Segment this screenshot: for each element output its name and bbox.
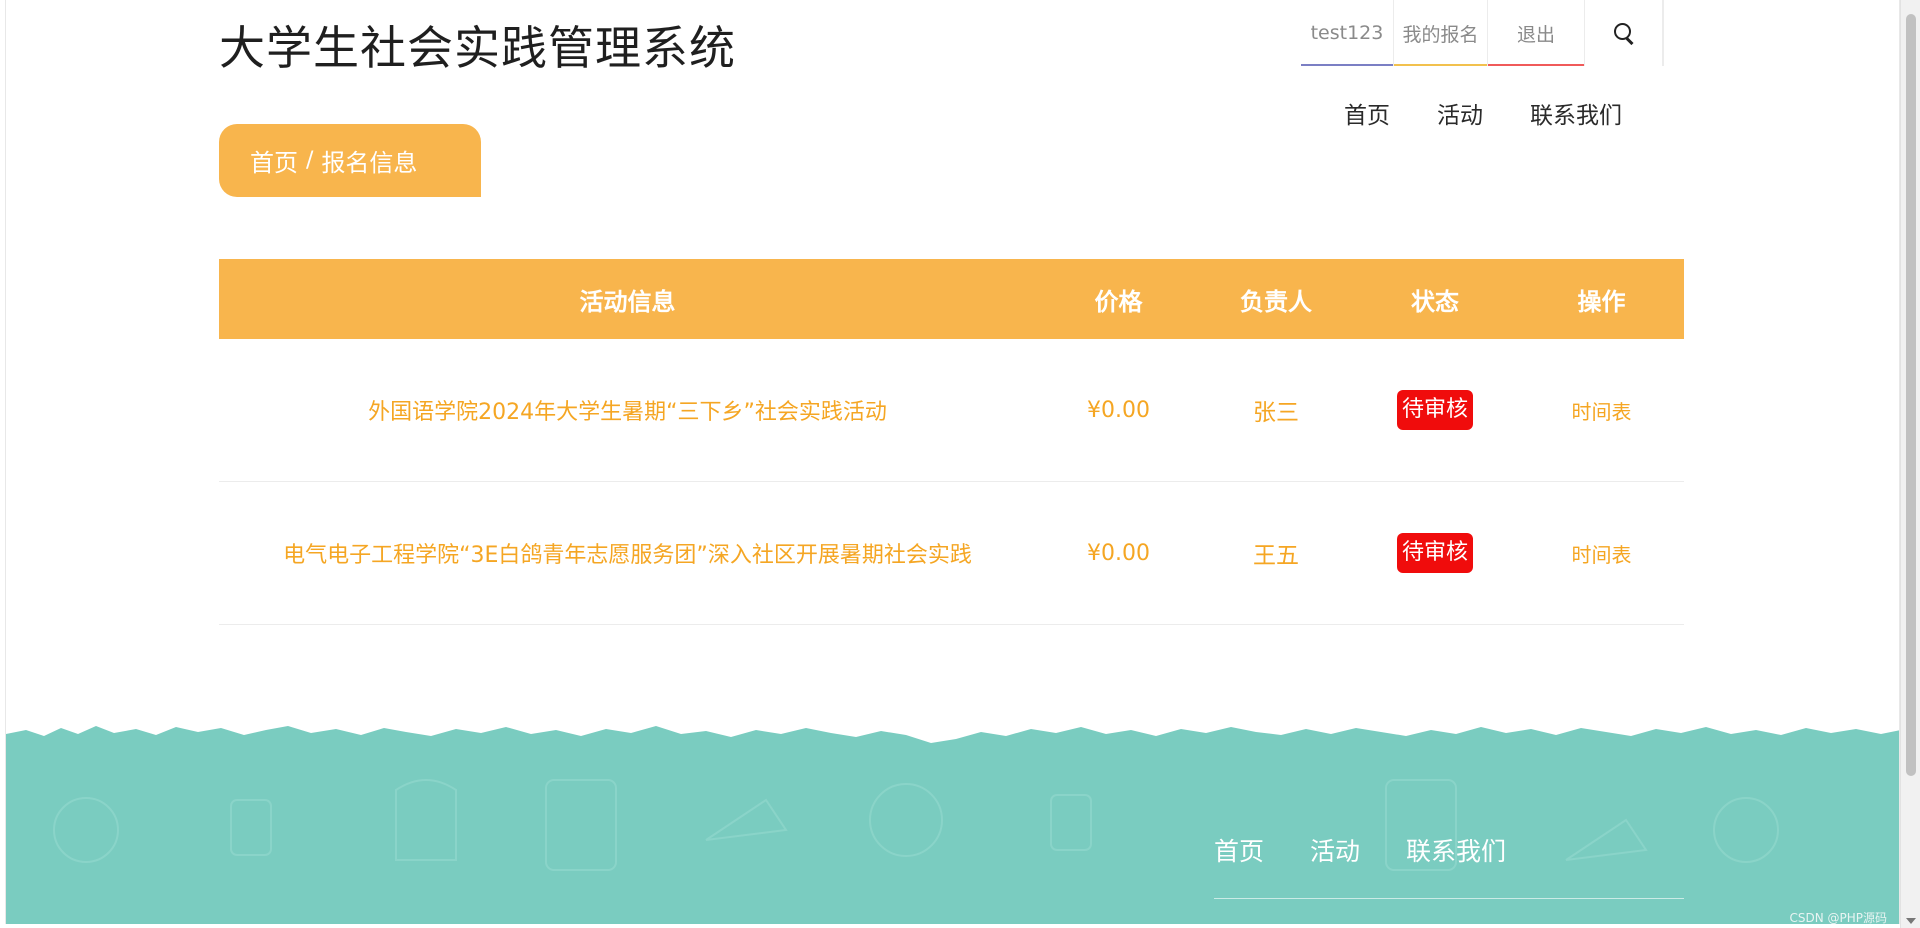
- footer-nav-home[interactable]: 首页: [1214, 832, 1264, 868]
- table-header: 活动信息 价格 负责人 状态 操作: [219, 259, 1684, 339]
- username-link[interactable]: test123: [1301, 0, 1394, 66]
- footer: 首页 活动 联系我们 CSDN @PHP源码: [6, 720, 1899, 924]
- header-owner: 负责人: [1240, 287, 1312, 316]
- footer-nav: 首页 活动 联系我们: [1214, 832, 1506, 868]
- footer-background: [6, 726, 1899, 924]
- status-cell: 待审核: [1351, 533, 1519, 573]
- breadcrumb-current: 报名信息: [321, 149, 418, 177]
- status-badge: 待审核: [1396, 390, 1473, 430]
- price-cell: ¥0.00: [1087, 397, 1150, 423]
- header-operation: 操作: [1577, 287, 1626, 316]
- my-registrations-link[interactable]: 我的报名: [1394, 0, 1488, 66]
- activity-info-link[interactable]: 外国语学院2024年大学生暑期“三下乡”社会实践活动: [219, 394, 1036, 426]
- header-price: 价格: [1094, 287, 1143, 316]
- scroll-down-arrow-icon[interactable]: [1906, 918, 1916, 924]
- breadcrumb-separator: /: [306, 148, 314, 173]
- footer-nav-contact[interactable]: 联系我们: [1406, 832, 1506, 868]
- search-icon: [1613, 23, 1634, 43]
- status-cell: 待审核: [1351, 390, 1519, 430]
- scrollbar[interactable]: [1900, 0, 1920, 928]
- table-row: 外国语学院2024年大学生暑期“三下乡”社会实践活动 ¥0.00 张三 待审核 …: [219, 339, 1684, 482]
- header-status: 状态: [1411, 287, 1459, 316]
- price-cell: ¥0.00: [1087, 540, 1150, 566]
- site-title: 大学生社会实践管理系统: [219, 21, 736, 75]
- nav-contact[interactable]: 联系我们: [1530, 96, 1622, 130]
- footer-nav-activities[interactable]: 活动: [1310, 832, 1360, 868]
- top-bar: test123 我的报名 退出: [1301, 0, 1664, 66]
- breadcrumb: 首页 / 报名信息: [219, 124, 481, 197]
- watermark: CSDN @PHP源码: [1789, 911, 1887, 924]
- main-nav: 首页 活动 联系我们: [1344, 96, 1622, 130]
- schedule-link[interactable]: 时间表: [1572, 400, 1632, 424]
- nav-home[interactable]: 首页: [1344, 96, 1390, 130]
- operation-cell: 时间表: [1519, 396, 1684, 425]
- registration-table: 活动信息 价格 负责人 状态 操作 外国语学院2024年大学生暑期“三下乡”社会…: [219, 259, 1684, 625]
- table-row: 电气电子工程学院“3E白鸽青年志愿服务团”深入社区开展暑期社会实践 ¥0.00 …: [219, 482, 1684, 625]
- header-activity-info: 活动信息: [579, 287, 676, 316]
- operation-cell: 时间表: [1519, 539, 1684, 568]
- owner-cell: 王五: [1253, 543, 1299, 569]
- schedule-link[interactable]: 时间表: [1572, 543, 1632, 567]
- activity-info-link[interactable]: 电气电子工程学院“3E白鸽青年志愿服务团”深入社区开展暑期社会实践: [219, 537, 1036, 569]
- owner-cell: 张三: [1253, 400, 1299, 426]
- page: 大学生社会实践管理系统 test123 我的报名 退出 首页 活动 联系我们 首…: [5, 0, 1900, 924]
- nav-activities[interactable]: 活动: [1437, 96, 1483, 130]
- status-badge: 待审核: [1396, 533, 1473, 573]
- scrollbar-thumb[interactable]: [1906, 14, 1916, 776]
- footer-divider: [1214, 898, 1684, 899]
- search-button[interactable]: [1585, 0, 1663, 66]
- logout-link[interactable]: 退出: [1488, 0, 1585, 66]
- breadcrumb-home[interactable]: 首页: [250, 143, 298, 178]
